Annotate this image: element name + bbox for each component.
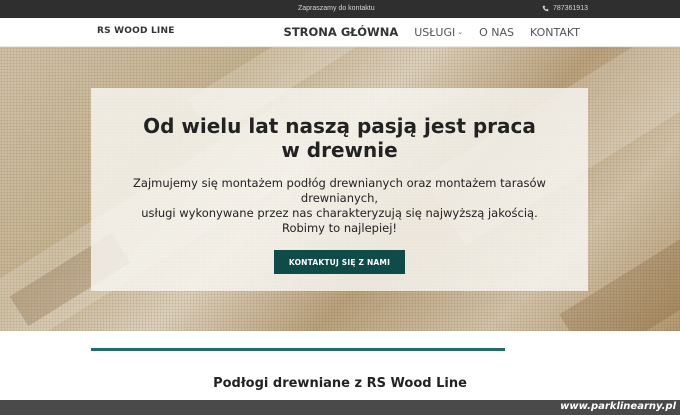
watermark-bar: www.parklinearny.pl [0, 400, 680, 415]
nav-home-label: STRONA GŁÓWNA [283, 25, 399, 39]
main-menu: STRONA GŁÓWNA USŁUGI ⌄ O NAS KONTAKT [276, 18, 588, 46]
hero-description-line: Zajmujemy się montażem podłóg drewnianyc… [133, 176, 546, 205]
hero-title: Od wielu lat naszą pasją jest praca w dr… [143, 114, 536, 162]
hero-description-line: usługi wykonywane przez nas charakteryzu… [141, 206, 538, 220]
site-watermark: www.parklinearny.pl [560, 401, 676, 412]
hero-description-line: Robimy to najlepiej! [281, 221, 398, 235]
contact-us-button[interactable]: KONTAKTUJ SIĘ Z NAMI [274, 250, 405, 274]
section-title: Podłogi drewniane z RS Wood Line [213, 376, 467, 391]
hero-content-box: Od wielu lat naszą pasją jest praca w dr… [91, 88, 588, 291]
chevron-down-icon: ⌄ [457, 28, 464, 36]
brand-logo[interactable]: RS WOOD LINE [97, 26, 175, 36]
hero-description: Zajmujemy się montażem podłóg drewnianyc… [91, 176, 588, 236]
top-info-bar: Zapraszamy do kontaktu 787361913 [0, 0, 680, 18]
contact-invite-text: Zapraszamy do kontaktu [298, 5, 375, 12]
nav-contact-label: KONTAKT [530, 25, 580, 39]
nav-item-services[interactable]: USŁUGI ⌄ [406, 26, 471, 39]
main-navbar: RS WOOD LINE STRONA GŁÓWNA USŁUGI ⌄ O NAS… [0, 18, 680, 47]
nav-item-contact[interactable]: KONTAKT [522, 26, 588, 39]
nav-about-label: O NAS [479, 25, 515, 39]
phone-contact[interactable]: 787361913 [542, 5, 588, 12]
section-divider [91, 348, 505, 351]
nav-item-home[interactable]: STRONA GŁÓWNA [276, 25, 407, 39]
phone-icon [542, 5, 549, 12]
nav-services-label: USŁUGI [414, 25, 456, 39]
hero-banner: Od wielu lat naszą pasją jest praca w dr… [0, 47, 680, 331]
phone-number[interactable]: 787361913 [553, 5, 588, 12]
nav-item-about[interactable]: O NAS [471, 26, 522, 39]
